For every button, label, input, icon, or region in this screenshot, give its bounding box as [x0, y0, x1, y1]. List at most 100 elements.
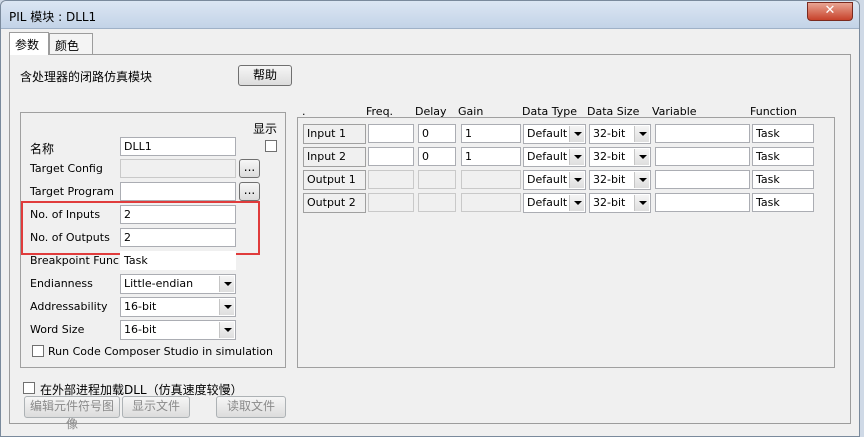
addressability-select[interactable]: 16-bit	[120, 297, 236, 317]
read-file-button[interactable]: 读取文件	[216, 396, 286, 418]
input-1-data-size: 32-bit	[593, 127, 626, 140]
output-1-function[interactable]: Task	[752, 170, 814, 189]
input-1-variable[interactable]	[655, 124, 750, 143]
breakpoint-input[interactable]: Task	[120, 251, 236, 270]
output-2-freq	[368, 193, 414, 212]
target-program-label: Target Program	[30, 185, 114, 198]
tab-colors[interactable]: 颜色	[49, 33, 93, 54]
input-2-data-size-select[interactable]: 32-bit	[589, 147, 651, 167]
tab-label: 参数	[15, 38, 40, 52]
input-2-delay[interactable]: 0	[418, 147, 456, 166]
input-2-freq[interactable]	[368, 147, 414, 166]
grid-row-label-input-2: Input 2	[303, 147, 366, 167]
chevron-down-icon	[634, 126, 649, 142]
outputs-count-input[interactable]: 2	[120, 228, 236, 247]
chevron-down-icon	[634, 172, 649, 188]
input-1-data-type-select[interactable]: Default	[523, 124, 586, 144]
title-bar: PIL 模块 : DLL1 ✕	[1, 1, 859, 29]
grid-header-dot: .	[302, 105, 306, 118]
input-1-freq[interactable]	[368, 124, 414, 143]
output-2-data-size-select[interactable]: 32-bit	[589, 193, 651, 213]
grid-header-freq: Freq.	[366, 105, 394, 118]
display-name-checkbox[interactable]	[265, 140, 277, 152]
outputs-label: No. of Outputs	[30, 231, 110, 244]
word-size-value: 16-bit	[124, 323, 157, 336]
output-1-data-size-select[interactable]: 32-bit	[589, 170, 651, 190]
breakpoint-label: Breakpoint Func.	[30, 254, 123, 267]
input-1-data-type: Default	[527, 127, 568, 140]
output-1-data-size: 32-bit	[593, 173, 626, 186]
addressability-value: 16-bit	[124, 300, 157, 313]
word-size-label: Word Size	[30, 323, 85, 336]
output-1-gain	[461, 170, 521, 189]
inputs-label: No. of Inputs	[30, 208, 101, 221]
output-2-delay	[418, 193, 456, 212]
output-1-variable[interactable]	[655, 170, 750, 189]
input-1-function[interactable]: Task	[752, 124, 814, 143]
chevron-down-icon	[219, 299, 234, 315]
input-2-data-type-select[interactable]: Default	[523, 147, 586, 167]
input-2-function[interactable]: Task	[752, 147, 814, 166]
output-2-function[interactable]: Task	[752, 193, 814, 212]
grid-row-label-input-1: Input 1	[303, 124, 366, 144]
chevron-down-icon	[219, 276, 234, 292]
name-input[interactable]: DLL1	[120, 137, 236, 156]
run-ccs-checkbox[interactable]	[32, 345, 44, 357]
input-2-data-type: Default	[527, 150, 568, 163]
external-process-checkbox[interactable]	[23, 382, 35, 394]
chevron-down-icon	[569, 195, 584, 211]
output-2-variable[interactable]	[655, 193, 750, 212]
target-config-browse-button[interactable]: ...	[239, 159, 260, 178]
input-2-gain[interactable]: 1	[461, 147, 521, 166]
display-header: 显示	[253, 122, 278, 136]
grid-header-function: Function	[750, 105, 797, 118]
tab-label: 颜色	[55, 39, 80, 53]
output-2-data-size: 32-bit	[593, 196, 626, 209]
input-2-variable[interactable]	[655, 147, 750, 166]
grid-header-variable: Variable	[652, 105, 697, 118]
grid-header-data-size: Data Size	[587, 105, 640, 118]
chevron-down-icon	[569, 149, 584, 165]
show-file-button[interactable]: 显示文件	[122, 396, 190, 418]
chevron-down-icon	[634, 149, 649, 165]
grid-header-gain: Gain	[458, 105, 484, 118]
target-program-browse-button[interactable]: ...	[239, 182, 260, 201]
output-2-data-type: Default	[527, 196, 568, 209]
help-button[interactable]: 帮助	[238, 65, 292, 86]
close-button[interactable]: ✕	[807, 2, 853, 21]
module-description: 含处理器的闭路仿真模块	[20, 70, 153, 84]
output-1-data-type: Default	[527, 173, 568, 186]
input-1-data-size-select[interactable]: 32-bit	[589, 124, 651, 144]
addressability-label: Addressability	[30, 300, 108, 313]
grid-row-label-output-2: Output 2	[303, 193, 366, 213]
grid-header-data-type: Data Type	[522, 105, 578, 118]
output-1-data-type-select[interactable]: Default	[523, 170, 586, 190]
parameters-panel: 含处理器的闭路仿真模块 帮助 显示 名称 DLL1 Target Config …	[9, 54, 851, 431]
chevron-down-icon	[569, 126, 584, 142]
target-config-input[interactable]	[120, 159, 236, 178]
output-2-data-type-select[interactable]: Default	[523, 193, 586, 213]
pil-module-dialog: PIL 模块 : DLL1 ✕ 参数 颜色 含处理器的闭路仿真模块 帮助 显示 …	[0, 0, 860, 437]
run-ccs-label: Run Code Composer Studio in simulation	[48, 345, 274, 358]
output-1-delay	[418, 170, 456, 189]
edit-symbol-button[interactable]: 编辑元件符号图像	[24, 396, 120, 431]
output-1-freq	[368, 170, 414, 189]
inputs-count-input[interactable]: 2	[120, 205, 236, 224]
chevron-down-icon	[219, 322, 234, 338]
tab-parameters[interactable]: 参数	[9, 32, 49, 55]
output-2-gain	[461, 193, 521, 212]
chevron-down-icon	[569, 172, 584, 188]
input-1-delay[interactable]: 0	[418, 124, 456, 143]
target-program-input[interactable]	[120, 182, 236, 201]
name-label: 名称	[30, 142, 55, 156]
endianness-select[interactable]: Little-endian	[120, 274, 236, 294]
target-config-label: Target Config	[30, 162, 103, 175]
endianness-value: Little-endian	[124, 277, 194, 290]
grid-header-delay: Delay	[415, 105, 447, 118]
word-size-select[interactable]: 16-bit	[120, 320, 236, 340]
window-title: PIL 模块 : DLL1	[9, 10, 97, 24]
input-2-data-size: 32-bit	[593, 150, 626, 163]
endianness-label: Endianness	[30, 277, 93, 290]
grid-row-label-output-1: Output 1	[303, 170, 366, 190]
input-1-gain[interactable]: 1	[461, 124, 521, 143]
